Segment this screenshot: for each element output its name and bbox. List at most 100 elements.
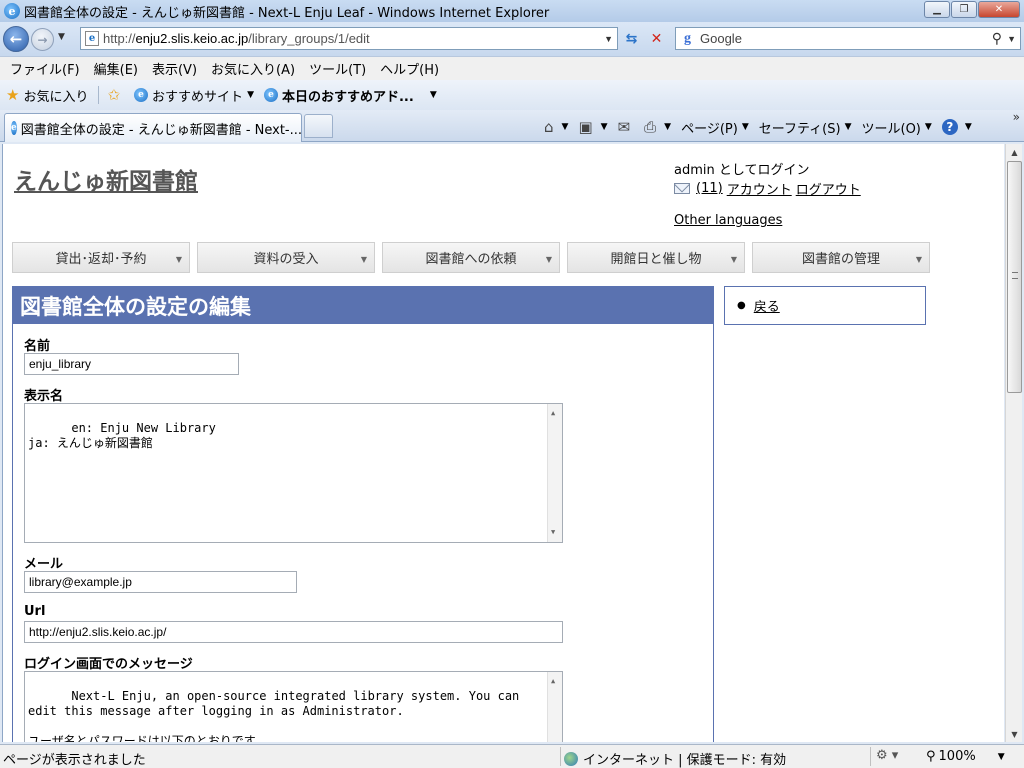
scroll-up-button[interactable]: ▲ [1007,144,1022,160]
refresh-button[interactable]: ⇆ [620,27,643,50]
login-message-textarea[interactable]: Next-L Enju, an open-source integrated l… [24,671,563,742]
favorites-bar: ★ お気に入り ✩ e おすすめサイト ▼ e 本日のおすすめアド... ▼ [0,80,1024,110]
address-input[interactable]: e http://enju2.slis.keio.ac.jp/library_g… [80,27,618,50]
page-viewport: えんじゅ新図書館 admin としてログイン (11) アカウント ログアウト … [2,144,1004,742]
nav-requests[interactable]: 図書館への依頼 ▼ [382,242,560,273]
zone-label: インターネット | 保護モード: 有効 [583,753,787,768]
window-controls: ▁ ❐ ✕ [923,1,1020,18]
protected-mode-icon[interactable]: ⚙ ▾ [876,748,898,763]
back-link[interactable]: 戻る [754,296,780,315]
favorites-label: お気に入り [23,89,89,105]
ie-logo-icon: e [4,3,20,19]
print-button[interactable]: ⎙ ▼ [644,118,671,136]
scroll-up-icon: ▲ [551,677,556,685]
printer-icon: ⎙ [644,118,657,136]
url-host: enju2.slis.keio.ac.jp [135,31,249,46]
help-menu-button[interactable]: ? ▼ [941,119,972,135]
minimize-button[interactable]: ▁ [924,1,950,18]
security-zone[interactable]: インターネット | 保護モード: 有効 [564,749,786,768]
home-button[interactable]: ⌂ ▼ [544,118,568,136]
page-icon: e [85,31,99,46]
nav-circulation[interactable]: 貸出･返却･予約 ▼ [12,242,190,273]
status-text: ページが表示されました [3,753,146,768]
stop-button[interactable]: ✕ [645,27,668,50]
safety-menu-button[interactable]: セーフティ(S) ▼ [759,118,852,137]
address-toolbar: ← → ▼ e http://enju2.slis.keio.ac.jp/lib… [0,22,1024,56]
favorites-button[interactable]: ★ お気に入り [6,86,88,105]
list-bullet: ● [737,300,746,311]
search-icon[interactable]: ⚲ [992,30,1002,47]
nav-admin[interactable]: 図書館の管理 ▼ [752,242,930,273]
web-slice-label: 本日のおすすめアド... [281,89,414,105]
nav-events-label: 開館日と催し物 [610,252,702,267]
mail-icon: ✉ [617,118,631,136]
message-mail-icon[interactable] [674,183,690,194]
new-tab-button[interactable] [304,114,333,138]
tab-page-icon: e [11,121,17,135]
other-languages-link[interactable]: Other languages [674,213,782,228]
login-message-scrollbar[interactable]: ▲ [547,672,562,742]
scroll-down-button[interactable]: ▼ [1007,726,1022,742]
close-window-button[interactable]: ✕ [978,1,1020,18]
menu-help[interactable]: ヘルプ(H) [374,59,445,78]
search-input[interactable]: g Google ⚲ ▼ [675,27,1021,50]
email-label: メール [24,557,64,572]
search-provider: Google [700,31,742,46]
mail-button[interactable]: ✉ [618,118,635,136]
email-input[interactable]: library@example.jp [24,571,297,593]
feeds-button[interactable]: ▣ ▼ [578,118,607,136]
name-label: 名前 [24,339,51,354]
message-count-link[interactable]: (11) [696,181,723,196]
page-menu-button[interactable]: ページ(P) ▼ [681,118,749,137]
display-name-textarea[interactable]: en: Enju New Library ja: えんじゅ新図書館 ▲ ▼ [24,403,563,543]
back-button[interactable]: ← [3,26,29,52]
rss-icon: ▣ [578,118,593,136]
nav-requests-label: 図書館への依頼 [425,252,517,267]
title-bar: e 図書館全体の設定 - えんじゅ新図書館 - Next-L Enju Leaf… [0,0,1024,22]
scroll-down-icon: ▼ [551,528,556,536]
site-title-link[interactable]: えんじゅ新図書館 [14,162,198,196]
menu-file[interactable]: ファイル(F) [4,59,86,78]
nav-events[interactable]: 開館日と催し物 ▼ [567,242,745,273]
zoom-control[interactable]: ⚲ 100% ▼ [926,749,1005,764]
url-path: /library_groups/1/edit [248,31,370,46]
scroll-up-icon: ▲ [551,409,556,417]
add-favorite-star-icon: ✩ [107,86,121,104]
address-dropdown-icon[interactable]: ▼ [604,34,613,44]
nav-acquisition[interactable]: 資料の受入 ▼ [197,242,375,273]
print-dropdown-icon: ▼ [664,122,672,132]
url-input[interactable]: http://enju2.slis.keio.ac.jp/ [24,621,563,643]
add-favorite-button[interactable]: ✩ [107,86,124,104]
more-commands-chevron-icon[interactable]: » [1013,110,1020,124]
menu-edit[interactable]: 編集(E) [88,59,144,78]
page-scrollbar[interactable]: ▲ ▼ [1005,144,1022,742]
menu-favorites[interactable]: お気に入り(A) [205,59,301,78]
search-options-dropdown-icon[interactable]: ▼ [1007,34,1016,44]
forward-button[interactable]: → [31,28,54,51]
display-name-scrollbar[interactable]: ▲ ▼ [547,404,562,542]
google-icon: g [684,30,691,46]
menu-view[interactable]: 表示(V) [146,59,203,78]
nav-acquisition-label: 資料の受入 [253,252,319,267]
zoom-icon: ⚲ [926,749,936,764]
suggested-sites-icon: e [134,88,149,102]
recent-pages-dropdown-icon[interactable]: ▼ [58,32,65,42]
scroll-grip-icon [1012,272,1018,279]
favorites-divider [98,86,100,104]
tab-active[interactable]: e 図書館全体の設定 - えんじゅ新図書館 - Next-... [4,113,302,142]
menu-tools[interactable]: ツール(T) [303,59,372,78]
logout-link[interactable]: ログアウト [796,179,861,198]
tools-menu-label: ツール(O) [861,121,921,137]
status-divider [560,747,561,766]
login-message-value: Next-L Enju, an open-source integrated l… [28,689,520,742]
help-dropdown-icon: ▼ [964,122,972,132]
web-slice-button[interactable]: e 本日のおすすめアド... ▼ [263,86,437,105]
scroll-thumb[interactable] [1007,161,1022,393]
name-input[interactable]: enju_library [24,353,239,375]
safety-menu-label: セーフティ(S) [758,121,841,137]
account-link[interactable]: アカウント [727,179,792,198]
side-panel: ● 戻る [724,286,926,325]
tools-menu-button[interactable]: ツール(O) ▼ [862,118,932,137]
maximize-button[interactable]: ❐ [951,1,977,18]
suggested-sites-button[interactable]: e おすすめサイト ▼ [134,86,254,105]
